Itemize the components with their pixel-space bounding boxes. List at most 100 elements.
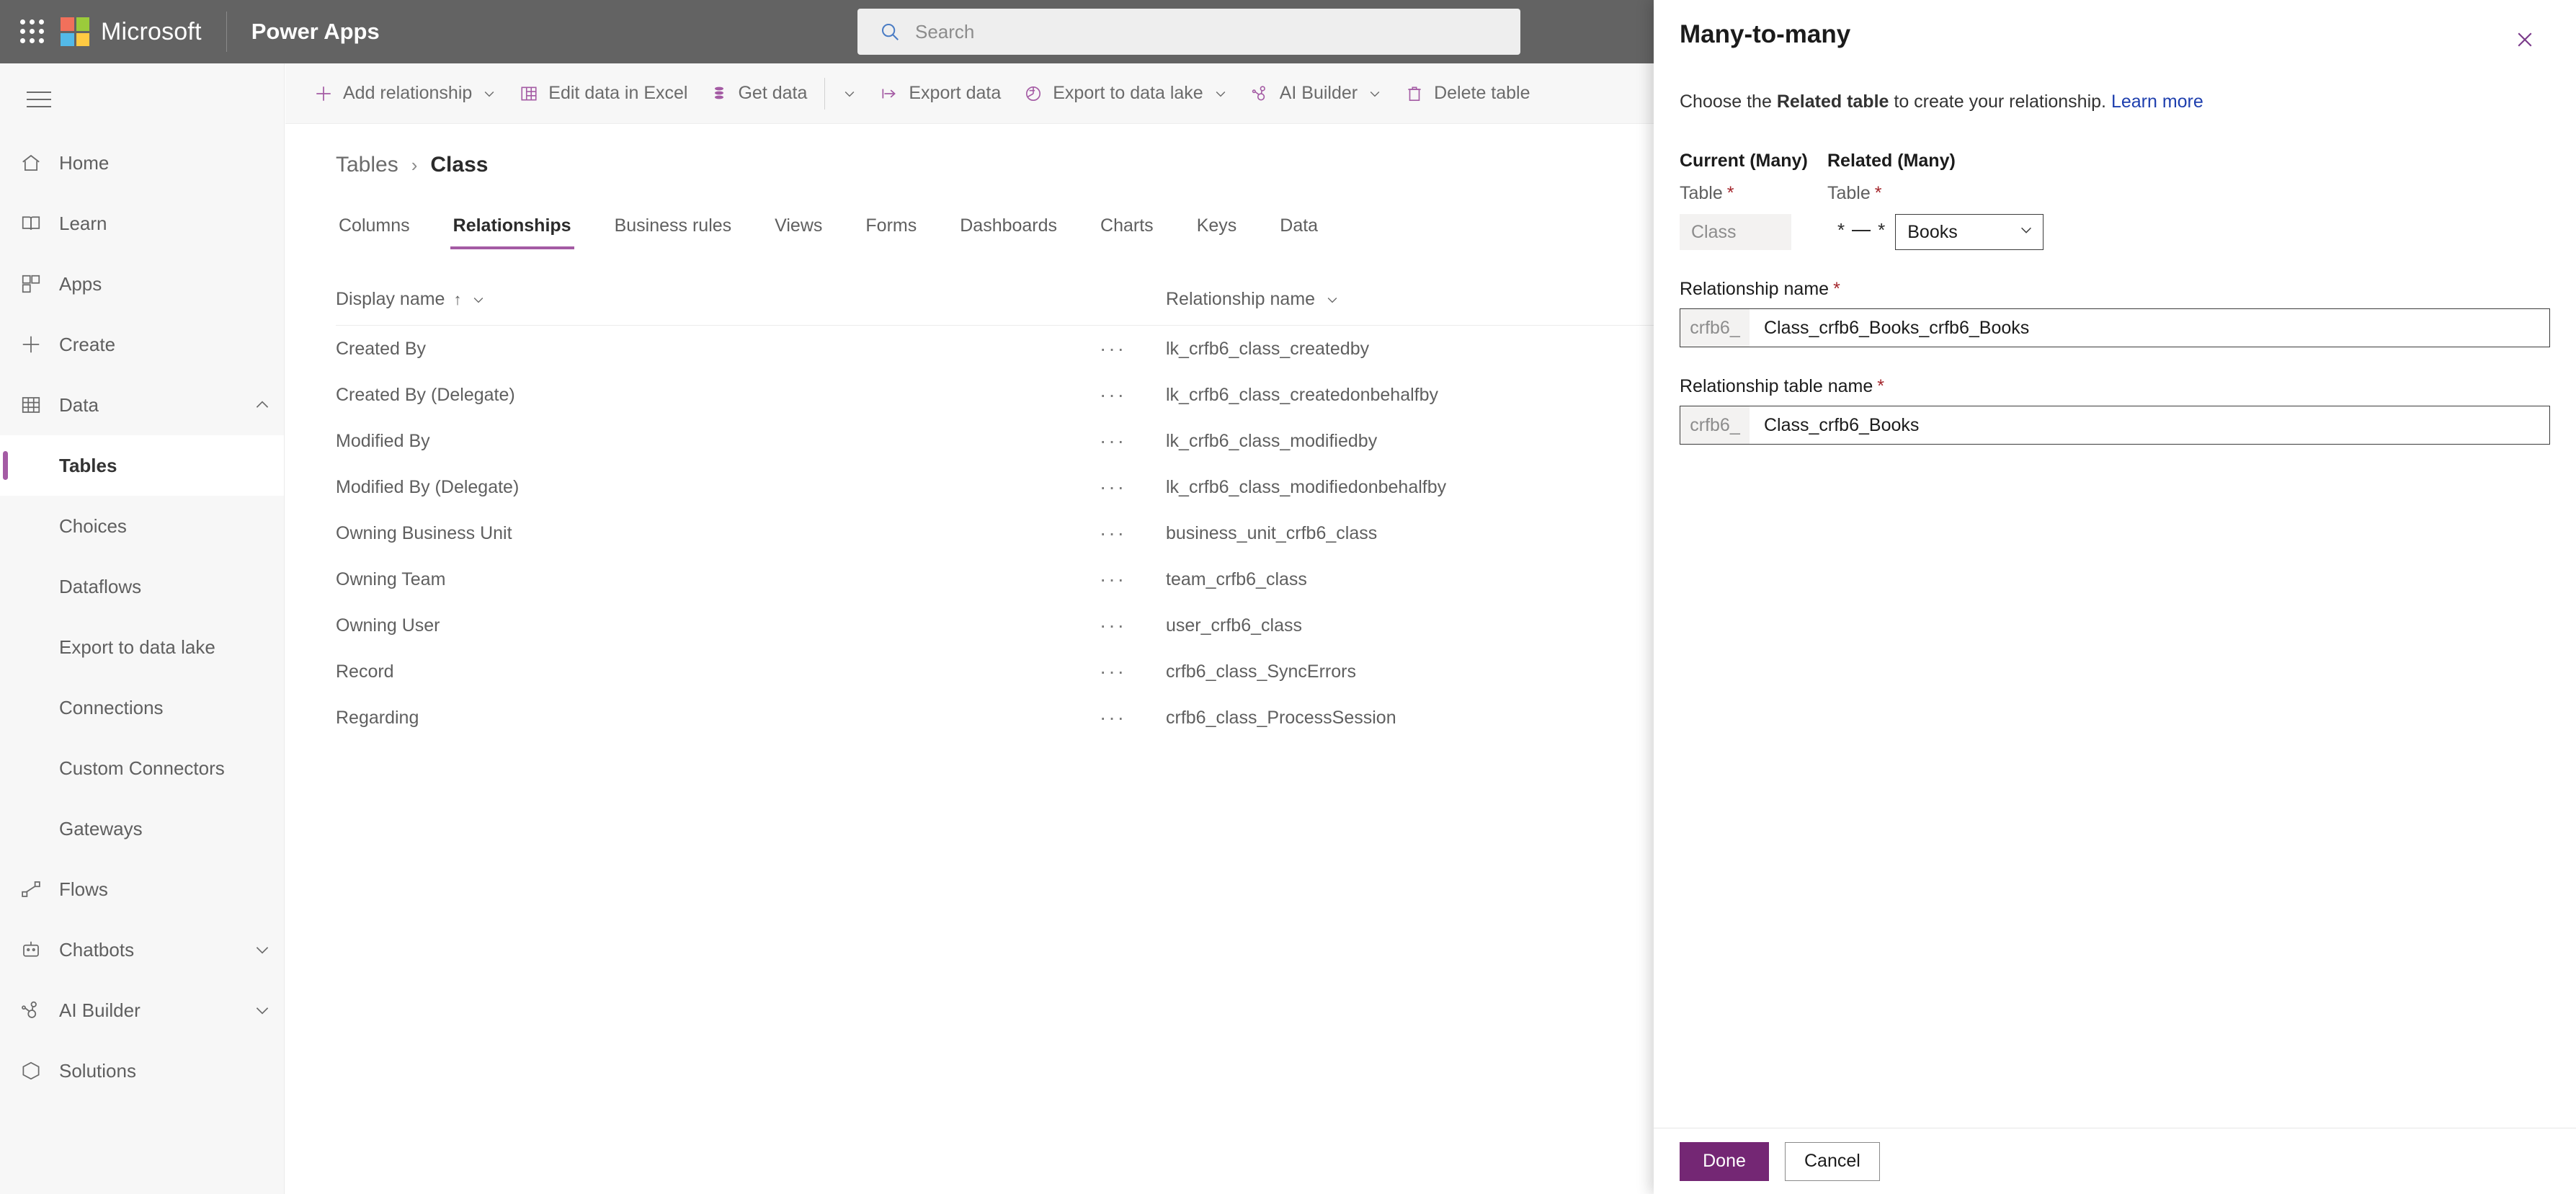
learn-more-link[interactable]: Learn more	[2111, 92, 2203, 112]
related-table-dropdown[interactable]: Books	[1895, 214, 2044, 250]
chatbot-icon	[20, 939, 59, 961]
tab-data[interactable]: Data	[1277, 215, 1321, 249]
related-table-group: Related (Many) Table * * * Books	[1827, 151, 2550, 250]
sidebar-item-label: Solutions	[59, 1059, 136, 1082]
sidebar-item-solutions[interactable]: Solutions	[0, 1041, 284, 1101]
hamburger-icon[interactable]	[16, 76, 62, 122]
cell-display-name: Modified By (Delegate)	[336, 476, 520, 497]
sidebar-item-gateways[interactable]: Gateways	[0, 798, 284, 859]
chevron-down-icon[interactable]	[471, 293, 486, 307]
chevron-up-icon[interactable]	[241, 396, 284, 414]
sidebar-item-learn[interactable]: Learn	[0, 193, 284, 254]
tab-columns[interactable]: Columns	[336, 215, 413, 249]
relationship-table-name-input[interactable]: crfb6_ Class_crfb6_Books	[1680, 406, 2550, 445]
sidebar-item-tables[interactable]: Tables	[0, 435, 284, 496]
sidebar-item-label: AI Builder	[59, 999, 141, 1021]
tab-relationships[interactable]: Relationships	[450, 215, 574, 249]
relationship-name-value[interactable]: Class_crfb6_Books_crfb6_Books	[1750, 309, 2549, 347]
sort-ascending-icon: ↑	[453, 290, 462, 308]
sidebar-item-label: Gateways	[59, 817, 143, 839]
sidebar-item-label: Apps	[59, 272, 102, 295]
chevron-down-icon[interactable]	[482, 86, 496, 101]
breadcrumb-parent[interactable]: Tables	[336, 153, 398, 177]
tab-forms[interactable]: Forms	[863, 215, 919, 249]
search-input[interactable]: Search	[857, 9, 1520, 55]
delete-table-button[interactable]: Delete table	[1394, 63, 1541, 124]
search-icon	[879, 21, 901, 43]
ai-builder-icon	[20, 999, 59, 1021]
relationship-table-name-value[interactable]: Class_crfb6_Books	[1750, 406, 2549, 444]
cell-display-name: Modified By	[336, 430, 430, 451]
chevron-down-icon[interactable]	[1325, 293, 1340, 307]
tab-dashboards[interactable]: Dashboards	[957, 215, 1060, 249]
cancel-button[interactable]: Cancel	[1785, 1141, 1880, 1181]
sidebar-item-label: Flows	[59, 878, 108, 900]
relationship-table-name-prefix: crfb6_	[1680, 406, 1750, 444]
column-header-display-name[interactable]: Display name ↑	[336, 289, 1100, 310]
get-data-button[interactable]: Get data	[699, 63, 819, 124]
sidebar-item-choices[interactable]: Choices	[0, 496, 284, 556]
ellipsis-icon[interactable]: ···	[1100, 568, 1166, 591]
tab-business-rules[interactable]: Business rules	[612, 215, 735, 249]
done-button[interactable]: Done	[1680, 1141, 1769, 1181]
breadcrumb-separator: ›	[411, 153, 418, 176]
cell-display-name: Record	[336, 661, 394, 682]
tab-views[interactable]: Views	[772, 215, 825, 249]
ellipsis-icon[interactable]: ···	[1100, 660, 1166, 683]
subtitle-post: to create your relationship.	[1889, 92, 2111, 112]
edit-data-in-excel-button[interactable]: Edit data in Excel	[508, 63, 699, 124]
ellipsis-icon[interactable]: ···	[1100, 429, 1166, 453]
relationship-table-name-block: Relationship table name * crfb6_ Class_cr…	[1680, 376, 2550, 445]
cell-display-name: Owning User	[336, 615, 440, 636]
sidebar-item-custom-connectors[interactable]: Custom Connectors	[0, 738, 284, 798]
plus-icon	[314, 84, 333, 103]
ellipsis-icon[interactable]: ···	[1100, 337, 1166, 360]
sidebar-item-ai-builder[interactable]: AI Builder	[0, 980, 284, 1041]
sidebar-item-label: Connections	[59, 696, 164, 718]
sidebar-item-flows[interactable]: Flows	[0, 859, 284, 919]
app-launcher-icon[interactable]	[20, 19, 45, 44]
export-data-button[interactable]: Export data	[868, 63, 1012, 124]
many-to-many-panel: Many-to-many Choose the Related table to…	[1654, 0, 2576, 1194]
ellipsis-icon[interactable]: ···	[1100, 706, 1166, 729]
app-name-label[interactable]: Power Apps	[251, 19, 380, 45]
sidebar-item-dataflows[interactable]: Dataflows	[0, 556, 284, 617]
sidebar-item-label: Learn	[59, 212, 107, 234]
chevron-down-icon	[842, 86, 857, 101]
chevron-down-icon[interactable]	[1368, 86, 1382, 101]
ellipsis-icon[interactable]: ···	[1100, 522, 1166, 545]
command-label: Add relationship	[343, 83, 473, 103]
tab-charts[interactable]: Charts	[1097, 215, 1156, 249]
sidebar-item-home[interactable]: Home	[0, 133, 284, 193]
required-asterisk: *	[1833, 279, 1840, 299]
cell-display-name: Created By	[336, 338, 427, 359]
relationship-name-label-text: Relationship name	[1680, 279, 1830, 299]
related-table-row: * * Books	[1827, 214, 2550, 250]
relationship-name-input[interactable]: crfb6_ Class_crfb6_Books_crfb6_Books	[1680, 308, 2550, 347]
tab-keys[interactable]: Keys	[1194, 215, 1240, 249]
left-sidebar: Home Learn Apps Create Data Tables Choic…	[0, 63, 285, 1194]
sidebar-item-create[interactable]: Create	[0, 314, 284, 375]
page-title: Class	[430, 153, 489, 177]
ellipsis-icon[interactable]: ···	[1100, 476, 1166, 499]
current-table-label: Table *	[1680, 183, 1827, 204]
chevron-down-icon[interactable]	[241, 1001, 284, 1020]
sidebar-item-connections[interactable]: Connections	[0, 677, 284, 738]
chevron-down-icon[interactable]	[241, 940, 284, 959]
sidebar-item-data[interactable]: Data	[0, 375, 284, 435]
subtitle-bold: Related table	[1776, 92, 1889, 112]
chevron-down-icon[interactable]	[1213, 86, 1228, 101]
export-to-data-lake-button[interactable]: Export to data lake	[1012, 63, 1239, 124]
add-relationship-button[interactable]: Add relationship	[303, 63, 508, 124]
sidebar-item-export-to-data-lake[interactable]: Export to data lake	[0, 617, 284, 677]
sidebar-item-apps[interactable]: Apps	[0, 254, 284, 314]
sidebar-item-chatbots[interactable]: Chatbots	[0, 919, 284, 980]
command-separator	[824, 77, 826, 110]
ellipsis-icon[interactable]: ···	[1100, 383, 1166, 406]
ai-builder-button[interactable]: AI Builder	[1239, 63, 1394, 124]
get-data-overflow-caret[interactable]	[831, 63, 868, 124]
cardinality-right: *	[1878, 219, 1886, 241]
current-table-row: Class	[1680, 214, 1827, 250]
ellipsis-icon[interactable]: ···	[1100, 614, 1166, 637]
close-icon[interactable]	[2505, 20, 2544, 59]
